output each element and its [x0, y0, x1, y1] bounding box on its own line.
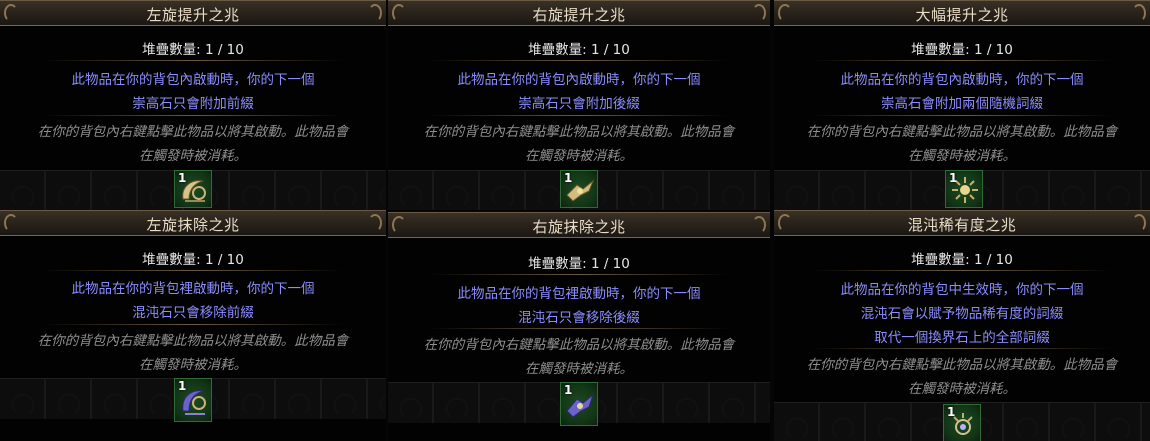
inventory-slot[interactable]: 1	[943, 404, 981, 441]
divider	[43, 115, 343, 116]
usage-text: 在觸發時被消耗。	[139, 357, 247, 373]
divider	[43, 60, 343, 61]
usage-text: 在你的背包內右鍵點擊此物品以將其啟動。此物品會	[37, 124, 349, 140]
stack-size-text: 堆疊數量: 1 / 10	[142, 252, 244, 268]
tooltip-header: 混沌稀有度之兆	[774, 210, 1150, 236]
item-title: 右旋抹除之兆	[532, 218, 626, 236]
inventory-slot[interactable]: 1	[560, 170, 598, 208]
stack-size-text: 堆疊數量: 1 / 10	[528, 42, 630, 58]
item-title: 左旋抹除之兆	[146, 216, 240, 234]
description-line: 此物品在你的背包中生效時，你的下一個	[840, 282, 1084, 298]
usage-text: 在觸發時被消耗。	[139, 148, 247, 164]
description-line: 此物品在你的背包裡啟動時，你的下一個	[457, 286, 701, 302]
item-title: 左旋提升之兆	[146, 6, 240, 24]
item-quantity: 1	[949, 171, 958, 185]
inventory-slot[interactable]: 1	[945, 170, 983, 208]
item-quantity: 1	[564, 171, 573, 185]
divider	[812, 348, 1112, 349]
usage-text: 在觸發時被消耗。	[525, 148, 633, 164]
item-tooltip-card: 混沌稀有度之兆 堆疊數量: 1 / 10 此物品在你的背包中生效時，你的下一個 …	[774, 210, 1150, 441]
description-line: 此物品在你的背包內啟動時，你的下一個	[71, 72, 315, 88]
description-line: 崇高石會附加兩個隨機詞綴	[881, 96, 1043, 112]
divider	[43, 270, 343, 271]
description-line: 此物品在你的背包內啟動時，你的下一個	[840, 72, 1084, 88]
description-line: 混沌石只會移除前綴	[132, 305, 254, 321]
item-tooltip-card: 右旋抹除之兆 堆疊數量: 1 / 10 此物品在你的背包裡啟動時，你的下一個 混…	[388, 212, 770, 441]
description-line: 崇高石只會附加前綴	[132, 96, 254, 112]
stack-size-text: 堆疊數量: 1 / 10	[142, 42, 244, 58]
divider	[429, 115, 729, 116]
stack-size-text: 堆疊數量: 1 / 10	[911, 42, 1013, 58]
tooltip-header: 右旋提升之兆	[388, 0, 770, 26]
inventory-slot[interactable]: 1	[560, 382, 598, 426]
stack-size-text: 堆疊數量: 1 / 10	[528, 256, 630, 272]
inventory-slot[interactable]: 1	[174, 378, 212, 422]
item-tooltip-card: 右旋提升之兆 堆疊數量: 1 / 10 此物品在你的背包內啟動時，你的下一個 崇…	[388, 0, 770, 210]
usage-text: 在你的背包內右鍵點擊此物品以將其啟動。此物品會	[423, 337, 735, 353]
item-tooltip-card: 左旋抹除之兆 堆疊數量: 1 / 10 此物品在你的背包裡啟動時，你的下一個 混…	[0, 210, 386, 441]
divider	[429, 328, 729, 329]
divider	[43, 324, 343, 325]
inventory-slot[interactable]: 1	[174, 170, 212, 208]
tooltip-header: 左旋提升之兆	[0, 0, 386, 26]
description-line: 取代一個換界石上的全部詞綴	[874, 330, 1050, 346]
description-line: 此物品在你的背包內啟動時，你的下一個	[457, 72, 701, 88]
description-line: 混沌石會以賦予物品稀有度的詞綴	[860, 306, 1064, 322]
divider	[429, 274, 729, 275]
divider	[429, 60, 729, 61]
item-tooltip-card: 大幅提升之兆 堆疊數量: 1 / 10 此物品在你的背包內啟動時，你的下一個 崇…	[774, 0, 1150, 210]
divider	[812, 60, 1112, 61]
tooltip-header: 右旋抹除之兆	[388, 212, 770, 238]
tooltip-header: 左旋抹除之兆	[0, 210, 386, 236]
stack-size-text: 堆疊數量: 1 / 10	[911, 252, 1013, 268]
description-line: 此物品在你的背包裡啟動時，你的下一個	[71, 281, 315, 297]
usage-text: 在你的背包內右鍵點擊此物品以將其啟動。此物品會	[806, 124, 1118, 140]
item-tooltip-card: 左旋提升之兆 堆疊數量: 1 / 10 此物品在你的背包內啟動時，你的下一個 崇…	[0, 0, 386, 210]
description-line: 崇高石只會附加後綴	[518, 96, 640, 112]
item-quantity: 1	[178, 379, 187, 393]
usage-text: 在你的背包內右鍵點擊此物品以將其啟動。此物品會	[423, 124, 735, 140]
divider	[812, 270, 1112, 271]
item-quantity: 1	[178, 171, 187, 185]
tooltip-header: 大幅提升之兆	[774, 0, 1150, 26]
item-quantity: 1	[564, 383, 573, 397]
usage-text: 在你的背包內右鍵點擊此物品以將其啟動。此物品會	[806, 357, 1118, 373]
item-title: 混沌稀有度之兆	[907, 216, 1017, 234]
divider	[812, 115, 1112, 116]
usage-text: 在觸發時被消耗。	[908, 381, 1016, 397]
item-title: 大幅提升之兆	[915, 6, 1009, 24]
item-title: 右旋提升之兆	[532, 6, 626, 24]
usage-text: 在你的背包內右鍵點擊此物品以將其啟動。此物品會	[37, 333, 349, 349]
usage-text: 在觸發時被消耗。	[908, 148, 1016, 164]
item-quantity: 1	[947, 405, 956, 419]
usage-text: 在觸發時被消耗。	[525, 361, 633, 377]
description-line: 混沌石只會移除後綴	[518, 310, 640, 326]
